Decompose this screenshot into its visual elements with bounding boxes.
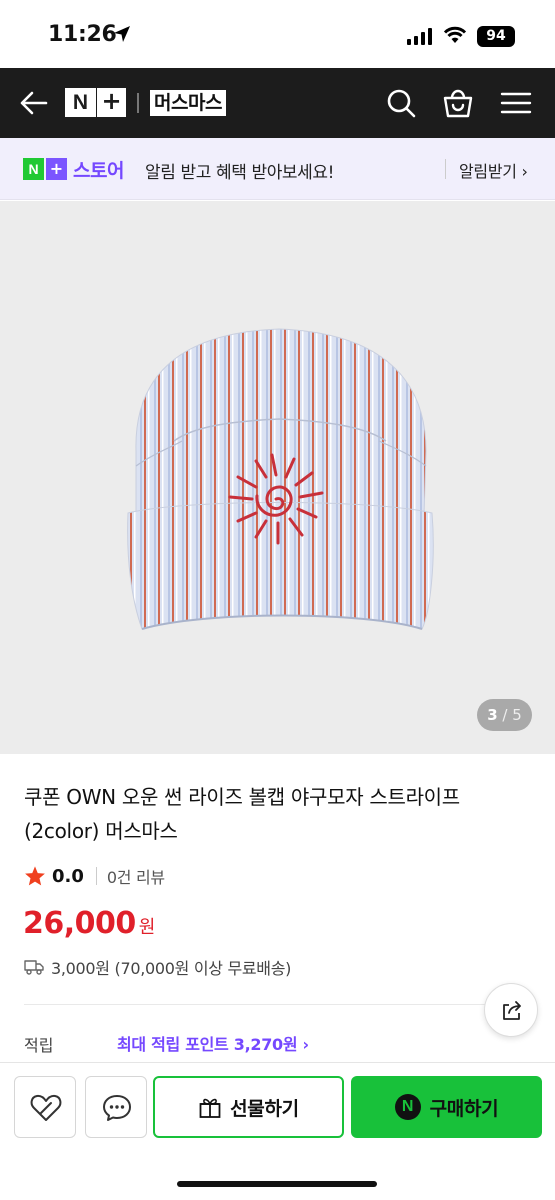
image-total: 5 xyxy=(512,706,522,724)
chat-button[interactable] xyxy=(85,1076,147,1138)
search-icon[interactable] xyxy=(384,86,418,120)
share-button[interactable] xyxy=(484,983,538,1037)
store-promo-text: 알림 받고 혜택 받아보세요! xyxy=(145,163,335,183)
product-photo-cap xyxy=(127,328,434,630)
image-current: 3 xyxy=(487,706,498,724)
gift-icon xyxy=(199,1098,221,1118)
store-brand-name[interactable]: 머스마스 xyxy=(150,90,226,116)
cellular-signal-icon xyxy=(407,28,432,45)
chat-bubble-icon xyxy=(103,1095,131,1121)
wishlist-button[interactable] xyxy=(14,1076,76,1138)
shipping-row: 3,000원 (70,000원 이상 무료배송) xyxy=(24,956,291,978)
price-unit: 원 xyxy=(138,917,156,938)
back-arrow-icon[interactable] xyxy=(18,88,50,118)
gift-button[interactable]: 선물하기 xyxy=(153,1076,344,1138)
review-count[interactable]: 0건 리뷰 xyxy=(107,864,165,888)
store-logo-text: 스토어 xyxy=(73,159,124,182)
status-bar: 11:26 94 xyxy=(0,0,555,68)
max-points-link[interactable]: 최대 적립 포인트 3,270원 › xyxy=(117,1031,309,1055)
info-divider xyxy=(24,1004,530,1005)
hamburger-menu-icon[interactable] xyxy=(499,86,533,120)
delivery-truck-icon xyxy=(24,960,44,975)
store-logo-n: N xyxy=(23,158,44,180)
gift-button-label: 선물하기 xyxy=(230,1097,299,1120)
shipping-info: 3,000원 (70,000원 이상 무료배송) xyxy=(51,959,292,978)
star-icon xyxy=(25,866,45,886)
share-icon xyxy=(503,1001,521,1020)
naver-pay-n-icon: N xyxy=(394,1094,421,1120)
logo-n: N xyxy=(65,88,96,117)
location-arrow-icon xyxy=(114,26,130,42)
top-nav: N + 머스마스 xyxy=(0,68,555,138)
rating-row[interactable]: 0.0 0건 리뷰 xyxy=(24,863,165,889)
product-title: 쿠폰 OWN 오운 썬 라이즈 볼캡 야구모자 스트라이프 (2color) 머… xyxy=(24,785,460,843)
buy-button[interactable]: N 구매하기 xyxy=(351,1076,542,1138)
price-value: 26,000 xyxy=(23,906,136,941)
image-separator: / xyxy=(497,706,513,724)
wifi-icon xyxy=(443,26,467,43)
image-page-counter: 3 / 5 xyxy=(477,699,532,731)
home-indicator xyxy=(177,1181,377,1187)
points-label: 적립 xyxy=(24,1036,54,1055)
shopping-bag-icon[interactable] xyxy=(441,86,475,120)
naver-plus-logo[interactable]: N + xyxy=(65,88,126,117)
notify-button[interactable]: 알림받기 › xyxy=(459,158,528,182)
banner-divider xyxy=(445,159,446,179)
price-row: 26,000 원 xyxy=(23,906,155,941)
rating-divider xyxy=(95,867,97,885)
nav-divider xyxy=(137,93,139,113)
product-image-gallery[interactable]: 3 / 5 xyxy=(0,201,555,754)
heart-link-icon xyxy=(30,1094,62,1121)
buy-button-label: 구매하기 xyxy=(429,1097,499,1120)
bottom-action-bar: 선물하기 N 구매하기 xyxy=(0,1062,555,1200)
battery-indicator: 94 xyxy=(477,26,515,47)
store-logo-plus: + xyxy=(46,158,67,180)
rating-score: 0.0 xyxy=(52,865,84,887)
store-notification-banner: N + 스토어 알림 받고 혜택 받아보세요! 알림받기 › xyxy=(0,138,555,200)
naver-plus-store-logo: N + 스토어 xyxy=(23,158,124,182)
status-time: 11:26 xyxy=(48,22,117,47)
logo-plus: + xyxy=(97,88,126,117)
